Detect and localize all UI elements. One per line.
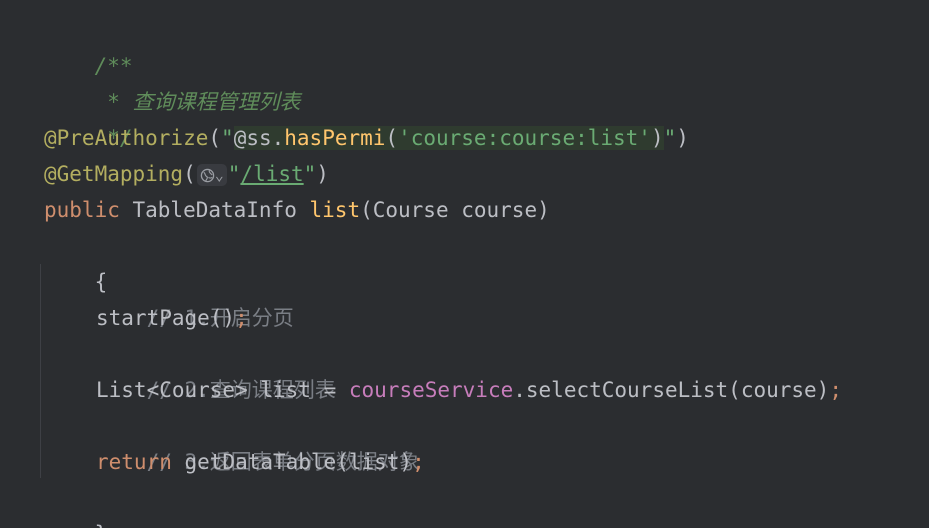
spel-ss: @ss. <box>233 126 285 150</box>
code-editor[interactable]: /** * 查询课程管理列表 */ @PreAuthorize("@ss.has… <box>0 0 929 528</box>
return-type: TableDataInfo <box>119 198 310 222</box>
method-params: (Course course) <box>360 198 550 222</box>
paren: ( <box>183 162 196 186</box>
return-call: getDataTable(list) <box>171 450 413 474</box>
semicolon: ; <box>412 450 425 474</box>
start-page-call: startPage() <box>96 306 236 330</box>
code-line-8: // 1.开启分页 <box>96 264 294 330</box>
globe-icon <box>200 166 215 184</box>
spel-argument: 'course:course:list' <box>398 126 651 150</box>
code-line-2: * 查询课程管理列表 <box>44 48 300 114</box>
code-line-5: @GetMapping(⌄ "/list") <box>44 156 329 192</box>
code-line-10: // 2.查询课程列表 <box>96 336 336 402</box>
getmapping-annotation: @GetMapping <box>44 162 184 186</box>
code-line-9: startPage(); <box>96 300 248 336</box>
endpoint-url-link[interactable]: /list <box>240 162 303 186</box>
code-line-3: */ <box>44 84 132 150</box>
keyword-return: return <box>96 450 172 474</box>
keyword-public: public <box>44 198 120 222</box>
string-quote: " <box>303 162 317 186</box>
spel-method: hasPermi <box>284 126 386 150</box>
paren: ) <box>316 162 329 186</box>
paren: ) <box>676 126 689 150</box>
paren: ) <box>650 126 664 150</box>
service-field: courseService <box>348 378 514 402</box>
chevron-down-icon: ⌄ <box>214 166 224 184</box>
code-line-6: public TableDataInfo list(Course course) <box>44 192 550 228</box>
semicolon: ; <box>235 306 248 330</box>
code-line-7: { <box>44 228 108 294</box>
preauthorize-annotation: @PreAuthorize <box>44 126 209 150</box>
paren: ( <box>208 126 222 150</box>
endpoint-inlay-hint[interactable]: ⌄ <box>196 164 227 186</box>
list-declaration: List<Course> list = <box>96 378 349 402</box>
string-quote: " <box>221 126 234 150</box>
indent-guide <box>40 264 41 478</box>
code-line-1: /** <box>44 12 133 78</box>
spel-expression: @ss.hasPermi('course:course:list') <box>233 126 664 150</box>
method-name: list <box>309 198 361 222</box>
code-line-12: // 3.返回表单分页数据对象 <box>96 408 420 474</box>
code-line-13: return getDataTable(list); <box>96 444 425 480</box>
code-line-11: List<Course> list = courseService.select… <box>96 372 842 408</box>
brace-close: } <box>95 522 108 528</box>
string-quote: " <box>663 126 677 150</box>
paren: ( <box>385 126 399 150</box>
code-line-4: @PreAuthorize("@ss.hasPermi('course:cour… <box>44 120 689 156</box>
semicolon: ; <box>829 378 842 402</box>
select-call: .selectCourseList(course) <box>513 378 830 402</box>
code-line-14: } <box>44 480 108 528</box>
string-quote: " <box>227 162 241 186</box>
